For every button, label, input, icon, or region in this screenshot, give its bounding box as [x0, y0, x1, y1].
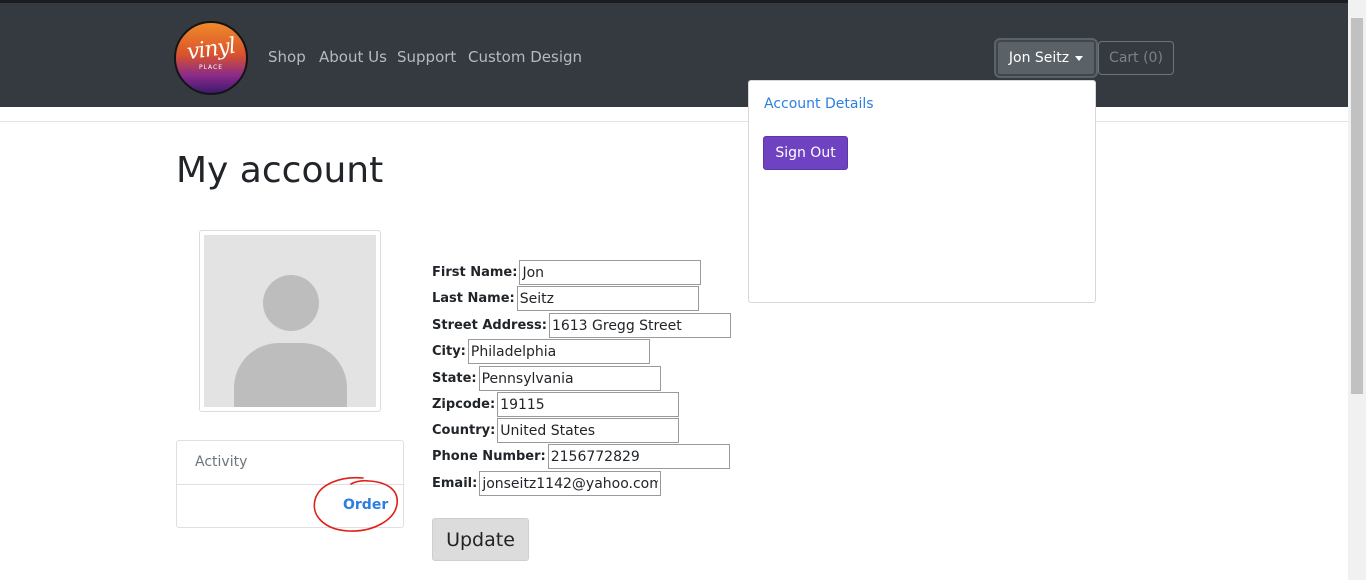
last-name-label: Last Name: — [432, 291, 515, 306]
country-field[interactable] — [497, 418, 680, 443]
email-field[interactable] — [479, 471, 662, 496]
page-title: My account — [176, 150, 384, 191]
first-name-row: First Name: — [432, 260, 702, 285]
user-menu-button[interactable]: Jon Seitz — [996, 40, 1096, 76]
account-details-link[interactable]: Account Details — [764, 96, 874, 112]
city-field[interactable] — [467, 339, 650, 364]
zipcode-field[interactable] — [497, 392, 680, 417]
email-label: Email: — [432, 476, 478, 491]
order-link[interactable]: Order — [343, 497, 388, 513]
country-row: Country: — [432, 418, 680, 443]
sign-out-button[interactable]: Sign Out — [763, 136, 848, 170]
state-label: State: — [432, 371, 477, 386]
state-field[interactable] — [478, 366, 661, 391]
phone-number-label: Phone Number: — [432, 449, 546, 464]
user-name: Jon Seitz — [1008, 50, 1070, 66]
nav-link-support[interactable]: Support — [397, 48, 456, 66]
nav-link-custom-design[interactable]: Custom Design — [468, 48, 582, 66]
city-label: City: — [432, 344, 466, 359]
activity-panel: Activity Order — [176, 440, 404, 528]
profile-avatar — [199, 230, 381, 412]
cart-button[interactable]: Cart (0) — [1098, 41, 1174, 75]
header-divider — [0, 121, 1348, 122]
street-address-row: Street Address: — [432, 313, 731, 338]
avatar-body-shape — [234, 343, 347, 407]
update-button[interactable]: Update — [432, 518, 529, 561]
nav-link-about-us[interactable]: About Us — [319, 48, 387, 66]
activity-header: Activity — [177, 441, 403, 485]
caret-down-icon — [1075, 55, 1084, 61]
country-label: Country: — [432, 423, 496, 438]
zipcode-label: Zipcode: — [432, 397, 496, 412]
navbar: vinyl PLACE Shop About Us Support Custom… — [0, 3, 1348, 107]
first-name-field[interactable] — [519, 260, 702, 285]
zipcode-row: Zipcode: — [432, 392, 680, 417]
first-name-label: First Name: — [432, 265, 518, 280]
logo-text: vinyl — [185, 33, 237, 66]
phone-number-row: Phone Number: — [432, 444, 730, 469]
user-dropdown-menu: Account Details Sign Out — [748, 80, 1096, 303]
activity-label: Activity — [195, 454, 248, 470]
state-row: State: — [432, 366, 661, 391]
last-name-row: Last Name: — [432, 286, 699, 311]
page-scrollbar-thumb[interactable] — [1351, 18, 1363, 394]
avatar-placeholder-icon — [204, 235, 376, 407]
last-name-field[interactable] — [516, 286, 699, 311]
email-row: Email: — [432, 471, 662, 496]
avatar-head-shape — [263, 275, 319, 331]
nav-link-shop[interactable]: Shop — [268, 48, 306, 66]
street-address-label: Street Address: — [432, 318, 547, 333]
city-row: City: — [432, 339, 650, 364]
phone-number-field[interactable] — [547, 444, 730, 469]
street-address-field[interactable] — [548, 313, 731, 338]
logo-subtext: PLACE — [198, 64, 224, 71]
vinyl-place-logo[interactable]: vinyl PLACE — [174, 21, 248, 95]
